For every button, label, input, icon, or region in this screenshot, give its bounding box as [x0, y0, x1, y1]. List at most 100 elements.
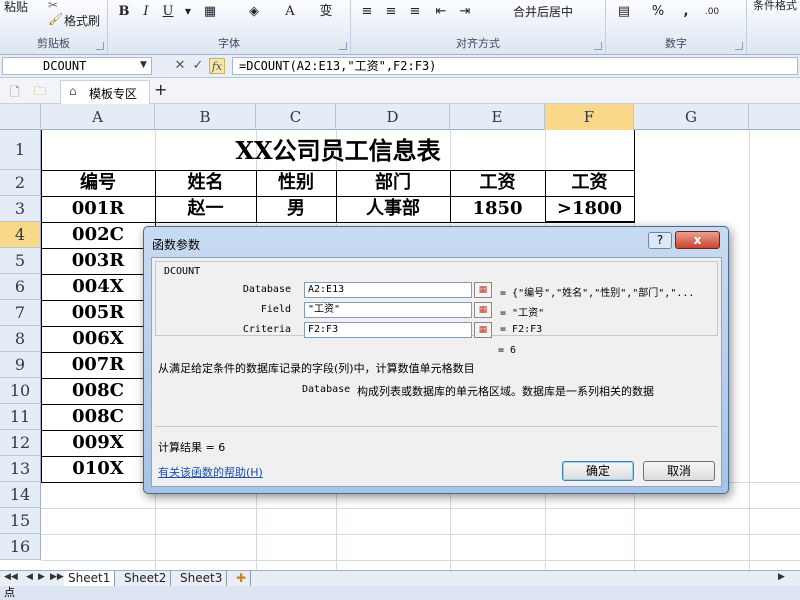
data-cell[interactable]: 1850	[450, 196, 545, 222]
percent-button[interactable]: %	[648, 3, 668, 21]
column-header-d[interactable]: D	[336, 104, 450, 130]
criteria-input[interactable]: F2:F3	[304, 322, 472, 338]
column-header-f[interactable]: F	[545, 104, 634, 130]
data-cell[interactable]: 人事部	[336, 196, 450, 222]
id-cell[interactable]: 005R	[41, 300, 155, 326]
criteria-cell[interactable]: >1800	[545, 196, 634, 222]
collapse-dialog-icon[interactable]: ▦	[474, 282, 492, 298]
header-cell[interactable]: 部门	[336, 170, 450, 196]
insert-function-button[interactable]: fx	[209, 58, 225, 74]
add-tab-button[interactable]: +	[154, 80, 167, 99]
function-help-link[interactable]: 有关该函数的帮助(H)	[158, 464, 263, 480]
increase-decimal-icon[interactable]: .00	[702, 3, 722, 21]
font-color-icon[interactable]: A	[280, 3, 300, 21]
id-cell[interactable]: 002C	[41, 222, 155, 248]
name-box[interactable]: DCOUNT	[2, 57, 152, 75]
id-cell[interactable]: 004X	[41, 274, 155, 300]
phonetic-icon[interactable]: 变	[316, 3, 336, 21]
row-header[interactable]: 2	[0, 170, 41, 196]
new-file-icon[interactable]: 🗋	[10, 83, 20, 104]
row-header[interactable]: 7	[0, 300, 41, 326]
formula-input[interactable]: =DCOUNT(A2:E13,"工资",F2:F3)	[232, 57, 798, 75]
column-header-c[interactable]: C	[256, 104, 336, 130]
last-sheet-icon[interactable]: ▶▶	[50, 572, 64, 582]
row-header[interactable]: 4	[0, 222, 41, 248]
number-launcher[interactable]	[735, 42, 743, 50]
decrease-indent-icon[interactable]: ⇤	[431, 3, 451, 21]
increase-indent-icon[interactable]: ⇥	[455, 3, 475, 21]
column-header-b[interactable]: B	[155, 104, 256, 130]
prev-sheet-icon[interactable]: ◀	[26, 572, 33, 582]
column-header-g[interactable]: G	[634, 104, 749, 130]
id-cell[interactable]: 003R	[41, 248, 155, 274]
underline-button[interactable]: U	[158, 3, 178, 21]
data-cell[interactable]: 男	[256, 196, 336, 222]
collapse-dialog-icon[interactable]: ▦	[474, 322, 492, 338]
chevron-down-icon[interactable]: ▼	[140, 60, 147, 70]
row-header[interactable]: 6	[0, 274, 41, 300]
header-cell[interactable]: 姓名	[155, 170, 256, 196]
id-cell[interactable]: 007R	[41, 352, 155, 378]
align-right-icon[interactable]: ≡	[405, 3, 425, 21]
format-painter-icon[interactable]: 🖌	[48, 12, 63, 26]
conditional-format-button[interactable]: 条件格式	[753, 0, 797, 13]
row-header[interactable]: 14	[0, 482, 41, 508]
sheet-title[interactable]: XX公司员工信息表	[41, 130, 635, 170]
id-cell[interactable]: 006X	[41, 326, 155, 352]
data-cell[interactable]: 赵一	[155, 196, 256, 222]
collapse-dialog-icon[interactable]: ▦	[474, 302, 492, 318]
header-cell[interactable]: 编号	[41, 170, 155, 196]
borders-icon[interactable]: ▦	[200, 3, 220, 21]
comma-button[interactable]: ,	[676, 3, 696, 21]
scissors-icon[interactable]: ✂	[48, 0, 58, 12]
insert-sheet-icon[interactable]: ✚	[232, 571, 252, 586]
fill-color-icon[interactable]: ◈	[244, 3, 264, 21]
id-cell[interactable]: 008C	[41, 404, 155, 430]
row-header[interactable]: 15	[0, 508, 41, 534]
header-cell[interactable]: 工资	[450, 170, 545, 196]
column-header-e[interactable]: E	[450, 104, 545, 130]
align-center-icon[interactable]: ≡	[381, 3, 401, 21]
italic-button[interactable]: I	[136, 3, 156, 21]
tab-template-zone[interactable]: ⌂ 模板专区	[60, 80, 150, 104]
id-cell[interactable]: 009X	[41, 430, 155, 456]
close-button[interactable]: x	[675, 231, 720, 249]
row-header[interactable]: 11	[0, 404, 41, 430]
row-header[interactable]: 12	[0, 430, 41, 456]
cancel-entry-icon[interactable]: ✕	[172, 58, 188, 74]
data-cell[interactable]: 001R	[41, 196, 155, 222]
column-header-a[interactable]: A	[41, 104, 155, 130]
format-painter-button[interactable]: 格式刷	[64, 12, 100, 29]
row-header[interactable]: 16	[0, 534, 41, 560]
select-all-corner[interactable]	[0, 104, 41, 130]
sheet-tab-3[interactable]: Sheet3	[176, 571, 228, 586]
clipboard-launcher[interactable]	[96, 42, 104, 50]
sheet-tab-1[interactable]: Sheet1	[64, 571, 116, 586]
scroll-right-icon[interactable]: ▶	[778, 572, 785, 582]
criteria-header-cell[interactable]: 工资	[545, 170, 634, 196]
row-header[interactable]: 3	[0, 196, 41, 222]
font-launcher[interactable]	[339, 42, 347, 50]
next-sheet-icon[interactable]: ▶	[38, 572, 45, 582]
merge-center-button[interactable]: 合并后居中	[513, 3, 573, 20]
first-sheet-icon[interactable]: ◀◀	[4, 572, 18, 582]
ok-button[interactable]: 确定	[562, 461, 634, 481]
dropdown-arrow-icon[interactable]: ▼	[178, 3, 198, 21]
row-header[interactable]: 5	[0, 248, 41, 274]
row-header[interactable]: 10	[0, 378, 41, 404]
align-left-icon[interactable]: ≡	[357, 3, 377, 21]
open-folder-icon[interactable]: 🗀	[34, 82, 46, 103]
header-cell[interactable]: 性别	[256, 170, 336, 196]
row-header[interactable]: 13	[0, 456, 41, 482]
currency-icon[interactable]: ▤	[614, 3, 634, 21]
paste-button[interactable]: 粘贴	[4, 0, 28, 15]
field-input[interactable]: "工资"	[304, 302, 472, 318]
help-icon[interactable]: ?	[648, 232, 672, 249]
sheet-tab-2[interactable]: Sheet2	[120, 571, 172, 586]
row-header[interactable]: 8	[0, 326, 41, 352]
alignment-launcher[interactable]	[594, 42, 602, 50]
id-cell[interactable]: 010X	[41, 456, 155, 482]
cancel-button[interactable]: 取消	[643, 461, 715, 481]
enter-entry-icon[interactable]: ✓	[190, 58, 206, 74]
database-input[interactable]: A2:E13	[304, 282, 472, 298]
